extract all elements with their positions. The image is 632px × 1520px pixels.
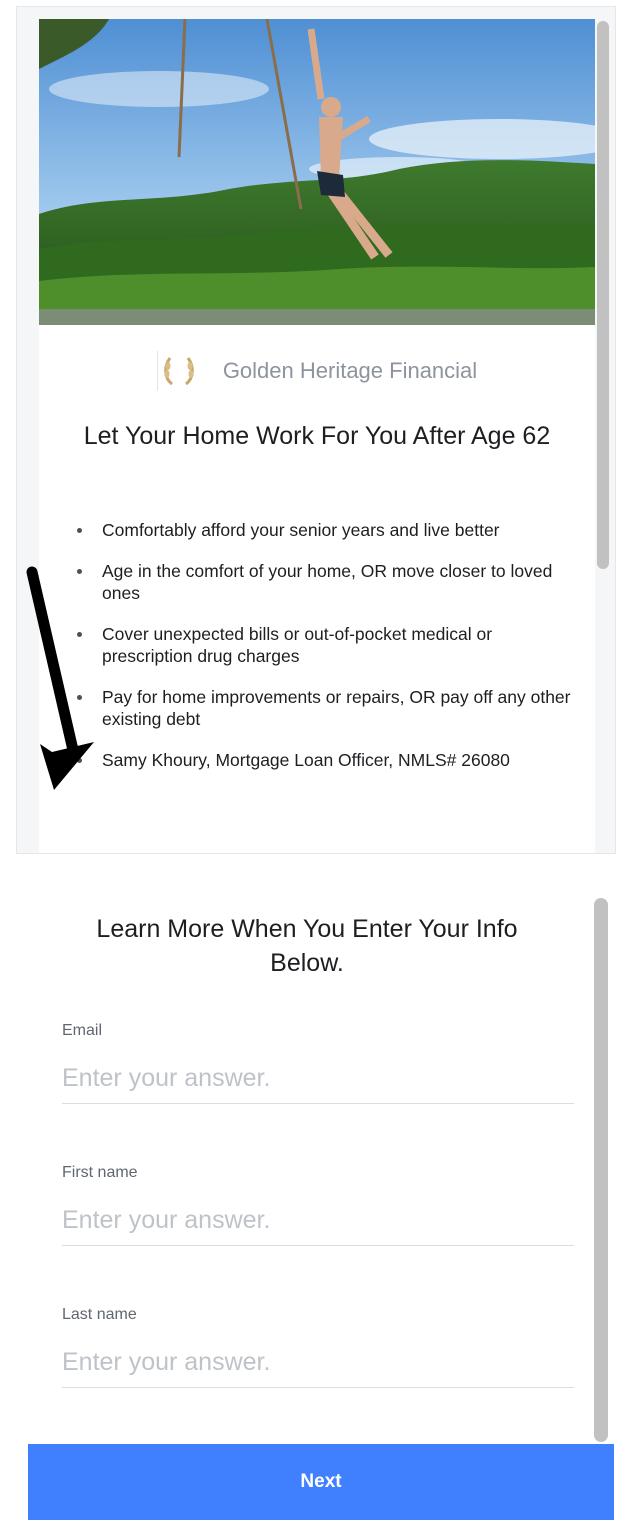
lead-form: Learn More When You Enter Your Info Belo…	[28, 854, 632, 1520]
list-item: Pay for home improvements or repairs, OR…	[77, 686, 577, 730]
list-item-text: Samy Khoury, Mortgage Loan Officer, NMLS…	[102, 750, 510, 770]
bullet-icon	[77, 758, 82, 763]
list-item-text: Comfortably afford your senior years and…	[102, 520, 500, 540]
first-name-label: First name	[62, 1164, 138, 1181]
list-item: Cover unexpected bills or out-of-pocket …	[77, 623, 577, 667]
last-name-field-group: Last name	[62, 1306, 574, 1388]
ad-headline: Let Your Home Work For You After Age 62	[83, 422, 551, 450]
ad-card: Golden Heritage Financial Let Your Home …	[39, 19, 595, 853]
last-name-label: Last name	[62, 1306, 137, 1323]
email-label: Email	[62, 1022, 103, 1039]
next-button[interactable]: Next	[28, 1444, 614, 1520]
bullet-icon	[77, 695, 82, 700]
list-item-text: Pay for home improvements or repairs, OR…	[102, 687, 571, 729]
bullet-icon	[77, 569, 82, 574]
last-name-input[interactable]	[62, 1338, 574, 1388]
brand-name: Golden Heritage Financial	[222, 358, 478, 383]
bullet-icon	[77, 528, 82, 533]
hero-illustration	[39, 19, 595, 325]
list-item: Samy Khoury, Mortgage Loan Officer, NMLS…	[77, 749, 577, 771]
first-name-field-group: First name	[62, 1164, 574, 1246]
brand-row: Golden Heritage Financial	[39, 351, 595, 391]
ad-scrollbar-thumb[interactable]	[597, 21, 609, 569]
laurel-wreath-icon	[156, 351, 201, 391]
email-input[interactable]	[62, 1054, 574, 1104]
list-item-text: Cover unexpected bills or out-of-pocket …	[102, 624, 493, 666]
form-title: Learn More When You Enter Your Info Belo…	[96, 915, 518, 977]
hero-image	[39, 19, 595, 325]
page: Golden Heritage Financial Let Your Home …	[0, 0, 632, 1520]
ad-preview-panel: Golden Heritage Financial Let Your Home …	[16, 6, 616, 854]
bullet-icon	[77, 632, 82, 637]
list-item-text: Age in the comfort of your home, OR move…	[102, 561, 553, 603]
list-item: Comfortably afford your senior years and…	[77, 519, 577, 541]
benefit-list: Comfortably afford your senior years and…	[77, 519, 577, 790]
first-name-input[interactable]	[62, 1196, 574, 1246]
email-field-group: Email	[62, 1022, 574, 1104]
form-scrollbar-thumb[interactable]	[594, 898, 608, 1442]
list-item: Age in the comfort of your home, OR move…	[77, 560, 577, 604]
